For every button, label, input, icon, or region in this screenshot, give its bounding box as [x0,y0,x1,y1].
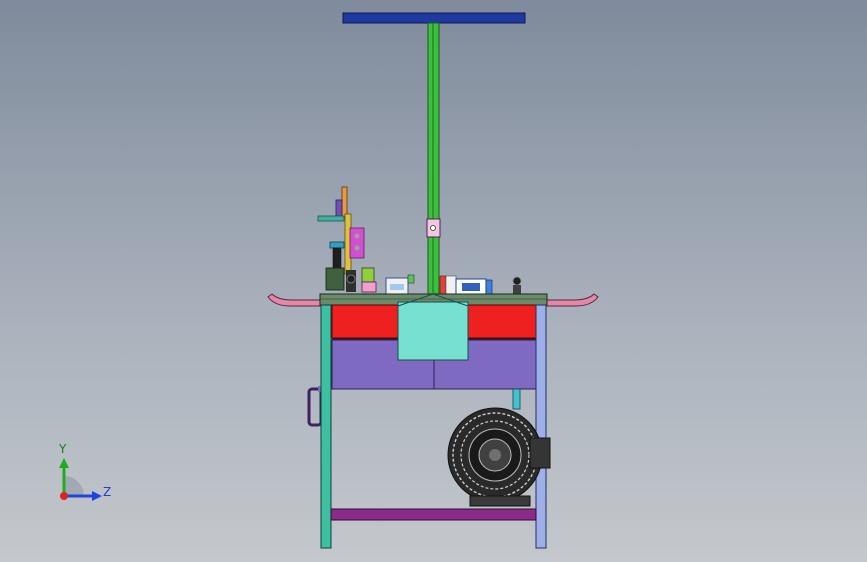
cad-model-view[interactable] [0,0,867,562]
center-enclosure [397,301,469,361]
leg-right [535,304,547,549]
triad-graphic [59,458,102,501]
cad-viewport[interactable]: Y Z [0,0,867,562]
z-axis-label: Z [103,485,112,499]
table-components [385,274,522,295]
side-handle [307,387,323,427]
pole-top-bar [342,12,526,24]
right-exhaust-pipe [545,293,599,307]
blower-unit [447,407,551,507]
vertical-pole [427,22,440,296]
y-axis-label: Y [59,442,67,456]
coordinate-triad: Y Z [40,436,120,516]
leg-left [320,304,332,549]
fixture-assembly [317,186,377,293]
bottom-crossbar [330,508,537,521]
left-exhaust-pipe [267,293,323,307]
